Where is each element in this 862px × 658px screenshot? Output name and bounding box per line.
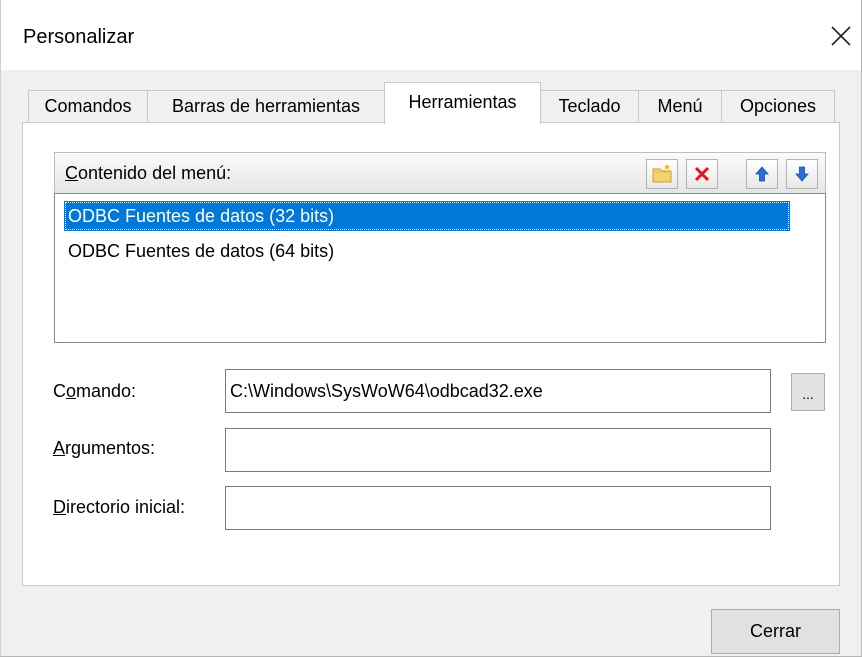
menu-contents-list[interactable]: ODBC Fuentes de datos (32 bits) ODBC Fue… — [54, 193, 826, 343]
menu-contents-header: Contenido del menú: — [54, 152, 826, 194]
initial-directory-field[interactable] — [225, 486, 771, 530]
browse-button[interactable]: ... — [791, 373, 825, 411]
tab-label: Barras de herramientas — [171, 96, 361, 116]
close-button[interactable]: Cerrar — [711, 609, 840, 654]
delete-item-button[interactable] — [686, 159, 718, 189]
customize-dialog: Personalizar Comandos Barras de herramie… — [0, 0, 862, 657]
arguments-label: Argumentos: — [53, 438, 156, 458]
tab-comandos[interactable]: Comandos — [28, 90, 148, 122]
new-folder-icon — [652, 164, 672, 183]
tab-teclado[interactable]: Teclado — [540, 90, 639, 122]
tab-label: Menú — [657, 96, 703, 116]
tab-label: Herramientas — [408, 92, 517, 112]
new-item-button[interactable] — [646, 159, 678, 189]
tab-label: Teclado — [558, 96, 621, 116]
command-label: Comando: — [53, 381, 137, 401]
command-field[interactable] — [225, 369, 771, 413]
title-bar: Personalizar — [1, 0, 861, 70]
initial-directory-label: Directorio inicial: — [53, 497, 186, 517]
tab-label: Opciones — [739, 96, 817, 116]
tab-menu[interactable]: Menú — [638, 90, 722, 122]
tab-barras-de-herramientas[interactable]: Barras de herramientas — [147, 90, 385, 122]
arguments-field[interactable] — [225, 428, 771, 472]
close-icon[interactable] — [825, 20, 857, 52]
move-up-icon — [755, 166, 769, 182]
delete-icon — [694, 166, 710, 182]
move-up-button[interactable] — [746, 159, 778, 189]
move-down-button[interactable] — [786, 159, 818, 189]
tab-herramientas[interactable]: Herramientas — [384, 82, 541, 124]
list-item[interactable]: ODBC Fuentes de datos (32 bits) — [64, 201, 790, 231]
tab-label: Comandos — [44, 96, 132, 116]
dialog-title: Personalizar — [23, 26, 135, 48]
list-item[interactable]: ODBC Fuentes de datos (64 bits) — [64, 236, 334, 266]
tab-opciones[interactable]: Opciones — [721, 90, 835, 122]
menu-contents-label: Contenido del menú: — [65, 163, 232, 183]
move-down-icon — [795, 166, 809, 182]
